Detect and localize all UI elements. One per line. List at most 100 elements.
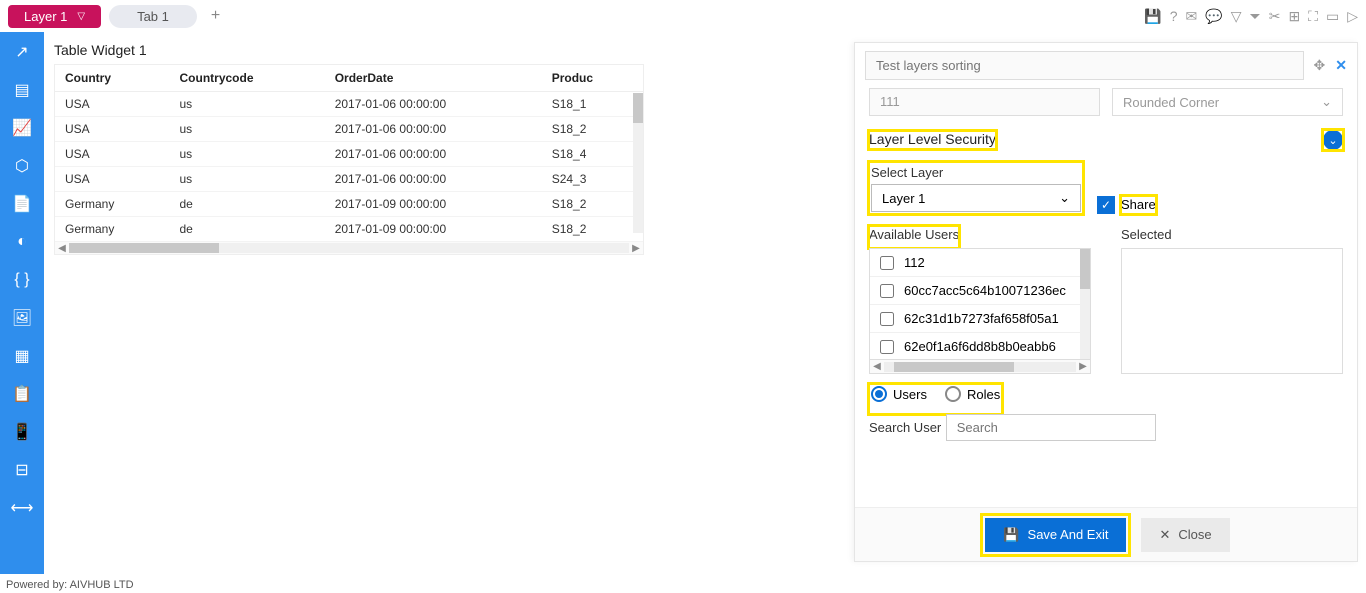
panel-footer: 💾 Save And Exit ✕ Close bbox=[855, 507, 1357, 561]
section-title: Layer Level Security bbox=[869, 131, 996, 147]
add-tab-button[interactable]: + bbox=[205, 7, 226, 25]
user-checkbox[interactable] bbox=[880, 284, 894, 298]
select-layer-row: Select Layer Layer 1 ⌄ ✓ Share bbox=[869, 162, 1343, 214]
vscroll-thumb[interactable] bbox=[633, 93, 643, 123]
sidebar-doc-icon[interactable]: 📄 bbox=[12, 194, 32, 214]
mail-icon[interactable]: ✉ bbox=[1186, 8, 1198, 25]
prev-input[interactable]: 111 bbox=[869, 88, 1100, 116]
prev-select[interactable]: Rounded Corner ⌄ bbox=[1112, 88, 1343, 116]
list-item[interactable]: 112 bbox=[870, 249, 1090, 277]
save-icon: 💾 bbox=[1003, 527, 1019, 543]
available-users-label: Available Users bbox=[869, 227, 959, 242]
selected-users-label: Selected bbox=[1121, 227, 1172, 242]
help-icon[interactable]: ? bbox=[1170, 8, 1178, 24]
filter-icon[interactable]: ▽ bbox=[1231, 8, 1242, 25]
hscroll-thumb[interactable] bbox=[69, 243, 219, 253]
funnel-icon[interactable]: ⏷ bbox=[1250, 8, 1261, 25]
save-label: Save And Exit bbox=[1028, 527, 1109, 542]
col-country[interactable]: Country bbox=[55, 65, 170, 92]
hscroll-right-icon[interactable]: ▶ bbox=[1076, 361, 1090, 372]
section-header: Layer Level Security ⌄ bbox=[869, 130, 1343, 150]
users-vscroll[interactable] bbox=[1080, 249, 1090, 359]
search-user-group: Search User bbox=[869, 414, 1343, 441]
table-row[interactable]: USAus2017-01-06 00:00:00S18_2 bbox=[55, 117, 643, 142]
panel-header: ✥ ✕ bbox=[855, 43, 1357, 88]
rect-icon[interactable]: ▭ bbox=[1326, 8, 1339, 25]
hscroll-right-icon[interactable]: ▶ bbox=[629, 243, 643, 254]
col-product[interactable]: Produc bbox=[542, 65, 643, 92]
sidebar-data-icon[interactable]: ▤ bbox=[12, 80, 32, 100]
user-checkbox[interactable] bbox=[880, 312, 894, 326]
top-bar: Layer 1 ▽ Tab 1 + 💾 ? ✉ 💬 ▽ ⏷ ✂ ⊞ ⛶ ▭ ▷ bbox=[0, 0, 1366, 32]
hscroll-track[interactable] bbox=[69, 243, 629, 253]
sidebar-map-icon[interactable]: ⬡ bbox=[12, 156, 32, 176]
sidebar-chart-icon[interactable]: 📈 bbox=[12, 118, 32, 138]
screen-icon[interactable]: ⛶ bbox=[1308, 8, 1318, 25]
properties-panel: ✥ ✕ 111 Rounded Corner ⌄ Layer Level Sec… bbox=[854, 42, 1358, 562]
list-item[interactable]: 62c31d1b7273faf658f05a1 bbox=[870, 305, 1090, 333]
sidebar-file-icon[interactable]: 📋 bbox=[12, 384, 32, 404]
select-layer-dropdown[interactable]: Layer 1 ⌄ bbox=[871, 184, 1081, 212]
move-icon[interactable]: ✥ bbox=[1314, 57, 1326, 74]
radio-roles[interactable]: Roles bbox=[945, 386, 1000, 402]
sidebar-image-icon[interactable]: 🖼 bbox=[12, 308, 32, 328]
sidebar-export-icon[interactable]: ↗ bbox=[12, 42, 32, 62]
close-icon[interactable]: ✕ bbox=[1335, 57, 1347, 74]
table-row[interactable]: USAus2017-01-06 00:00:00S18_1 bbox=[55, 92, 643, 117]
prev-row: 111 Rounded Corner ⌄ bbox=[869, 88, 1343, 116]
user-checkbox[interactable] bbox=[880, 340, 894, 354]
toolbar-icons: 💾 ? ✉ 💬 ▽ ⏷ ✂ ⊞ ⛶ ▭ ▷ bbox=[1144, 8, 1358, 25]
grid-icon[interactable]: ⊞ bbox=[1288, 8, 1300, 25]
sidebar-phone-icon[interactable]: 📱 bbox=[12, 422, 32, 442]
layer-label: Layer 1 bbox=[24, 9, 67, 24]
sidebar-slider-icon[interactable]: ⟷ bbox=[12, 498, 32, 518]
panel-search-input[interactable] bbox=[865, 51, 1304, 80]
col-countrycode[interactable]: Countrycode bbox=[170, 65, 325, 92]
selected-users-col: Selected bbox=[1121, 226, 1343, 374]
table-vscroll[interactable] bbox=[633, 93, 643, 233]
close-label: Close bbox=[1178, 527, 1211, 542]
sidebar-gauge-icon[interactable]: ◐ bbox=[12, 232, 32, 252]
play-icon[interactable]: ▷ bbox=[1347, 8, 1358, 25]
sidebar-code-icon[interactable]: { } bbox=[12, 270, 32, 290]
sidebar-tree-icon[interactable]: ⊟ bbox=[12, 460, 32, 480]
col-orderdate[interactable]: OrderDate bbox=[325, 65, 542, 92]
close-button[interactable]: ✕ Close bbox=[1141, 518, 1229, 552]
hscroll-left-icon[interactable]: ◀ bbox=[870, 361, 884, 372]
table-row[interactable]: USAus2017-01-06 00:00:00S24_3 bbox=[55, 167, 643, 192]
share-checkbox-group: ✓ Share bbox=[1097, 196, 1156, 214]
users-vthumb[interactable] bbox=[1080, 249, 1090, 289]
close-icon: ✕ bbox=[1159, 527, 1170, 543]
radio-icon bbox=[871, 386, 887, 402]
panel-body: 111 Rounded Corner ⌄ Layer Level Securit… bbox=[855, 88, 1357, 508]
users-hscroll[interactable]: ◀ ▶ bbox=[869, 360, 1091, 374]
collapse-toggle[interactable]: ⌄ bbox=[1323, 130, 1343, 150]
user-checkbox[interactable] bbox=[880, 256, 894, 270]
list-item[interactable]: 60cc7acc5c64b10071236ec bbox=[870, 277, 1090, 305]
table-row[interactable]: Germanyde2017-01-09 00:00:00S18_2 bbox=[55, 217, 643, 242]
table-widget[interactable]: Country Countrycode OrderDate Produc USA… bbox=[54, 64, 644, 255]
left-sidebar: ↗ ▤ 📈 ⬡ 📄 ◐ { } 🖼 ▦ 📋 📱 ⊟ ⟷ bbox=[0, 32, 44, 574]
save-icon[interactable]: 💾 bbox=[1144, 8, 1161, 25]
search-user-input[interactable] bbox=[946, 414, 1156, 441]
layer-selector[interactable]: Layer 1 ▽ bbox=[8, 5, 101, 28]
users-hthumb[interactable] bbox=[894, 362, 1014, 372]
save-and-exit-button[interactable]: 💾 Save And Exit bbox=[985, 518, 1126, 552]
table-row[interactable]: Germanyde2017-01-09 00:00:00S18_2 bbox=[55, 192, 643, 217]
share-checkbox[interactable]: ✓ bbox=[1097, 196, 1115, 214]
share-label: Share bbox=[1121, 197, 1156, 212]
sidebar-layout-icon[interactable]: ▦ bbox=[12, 346, 32, 366]
data-table: Country Countrycode OrderDate Produc USA… bbox=[55, 65, 643, 242]
tools-icon[interactable]: ✂ bbox=[1269, 8, 1281, 25]
radio-users[interactable]: Users bbox=[871, 386, 927, 402]
list-item[interactable]: 62e0f1a6f6dd8b8b0eabb6 bbox=[870, 333, 1090, 360]
users-htrack[interactable] bbox=[884, 362, 1076, 372]
radio-icon bbox=[945, 386, 961, 402]
table-row[interactable]: USAus2017-01-06 00:00:00S18_4 bbox=[55, 142, 643, 167]
footer-credit: Powered by: AIVHUB LTD bbox=[0, 577, 140, 593]
table-hscroll[interactable]: ◀ ▶ bbox=[55, 242, 643, 254]
available-users-col: Available Users 112 60cc7acc5c64b1007123… bbox=[869, 226, 1091, 374]
tab-1[interactable]: Tab 1 bbox=[109, 5, 197, 28]
hscroll-left-icon[interactable]: ◀ bbox=[55, 243, 69, 254]
comment-icon[interactable]: 💬 bbox=[1205, 8, 1222, 25]
